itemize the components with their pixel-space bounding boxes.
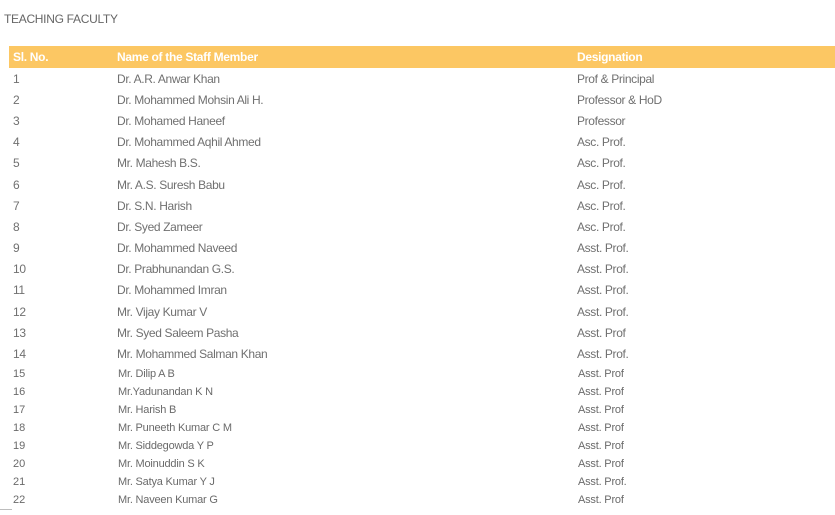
table-row: 18 Mr. Puneeth Kumar C M Asst. Prof: [9, 419, 835, 437]
table-row: 14 Mr. Mohammed Salman Khan Asst. Prof.: [9, 343, 835, 364]
row-staff-name: Dr. A.R. Anwar Khan: [117, 71, 220, 86]
table-row: 17 Mr. Harish B Asst. Prof: [9, 401, 835, 419]
row-designation: Asst. Prof.: [577, 347, 629, 362]
row-staff-name: Mr. Satya Kumar Y J: [118, 475, 215, 488]
row-designation: Professor: [577, 113, 626, 128]
row-designation: Professor & HoD: [577, 92, 662, 107]
table-row: 2 Dr. Mohammed Mohsin Ali H. Professor &…: [9, 89, 835, 110]
table-row: 4 Dr. Mohammed Aqhil Ahmed Asc. Prof.: [9, 132, 835, 153]
table-header-row: Sl. No. Name of the Staff Member Designa…: [9, 46, 835, 68]
header-sl-no: Sl. No.: [13, 50, 49, 64]
table-row: 19 Mr. Siddegowda Y P Asst. Prof: [9, 437, 835, 455]
row-sl-no: 1: [13, 71, 20, 86]
table-row: 16 Mr.Yadunandan K N Asst. Prof: [9, 383, 835, 401]
row-sl-no: 11: [13, 283, 25, 298]
row-designation: Asc. Prof.: [577, 156, 626, 171]
table-row: 22 Mr. Naveen Kumar G Asst. Prof: [9, 491, 835, 509]
row-staff-name: Mr.Yadunandan K N: [118, 385, 213, 398]
row-staff-name: Dr. Mohamed Haneef: [117, 113, 225, 128]
row-staff-name: Mr. A.S. Suresh Babu: [117, 177, 225, 192]
row-designation: Asst. Prof: [578, 385, 624, 398]
row-staff-name: Dr. Prabhunandan G.S.: [117, 262, 235, 277]
table-row: 7 Dr. S.N. Harish Asc. Prof.: [9, 195, 835, 216]
page-title: TEACHING FACULTY: [4, 12, 118, 26]
row-staff-name: Mr. Siddegowda Y P: [118, 439, 214, 452]
table-row: 3 Dr. Mohamed Haneef Professor: [9, 110, 835, 131]
faculty-table: Sl. No. Name of the Staff Member Designa…: [9, 46, 835, 509]
row-sl-no: 19: [13, 439, 26, 452]
row-designation: Asst. Prof.: [578, 475, 627, 488]
row-designation: Asc. Prof.: [577, 177, 626, 192]
row-staff-name: Dr. Mohammed Mohsin Ali H.: [117, 92, 264, 107]
row-sl-no: 18: [13, 421, 26, 434]
row-sl-no: 14: [13, 347, 26, 362]
row-staff-name: Dr. Mohammed Naveed: [117, 241, 238, 256]
row-sl-no: 8: [13, 219, 20, 234]
row-designation: Asst. Prof.: [577, 262, 629, 277]
row-designation: Asst. Prof.: [577, 241, 629, 256]
table-row: 13 Mr. Syed Saleem Pasha Asst. Prof: [9, 322, 835, 343]
row-designation: Asst. Prof: [578, 421, 624, 434]
row-designation: Asc. Prof.: [577, 198, 626, 213]
row-sl-no: 2: [13, 92, 20, 107]
row-staff-name: Dr. Mohammed Aqhil Ahmed: [117, 135, 261, 150]
row-staff-name: Mr. Dilip A B: [118, 367, 175, 380]
row-designation: Asc. Prof.: [577, 219, 626, 234]
row-staff-name: Mr. Puneeth Kumar C M: [118, 421, 232, 434]
row-sl-no: 20: [13, 457, 26, 470]
row-designation: Asst. Prof.: [577, 304, 629, 319]
table-row: 15 Mr. Dilip A B Asst. Prof: [9, 365, 835, 383]
table-row: 9 Dr. Mohammed Naveed Asst. Prof.: [9, 238, 835, 259]
row-designation: Asc. Prof.: [577, 135, 626, 150]
row-staff-name: Mr. Mohammed Salman Khan: [117, 347, 268, 362]
row-designation: Asst. Prof: [578, 493, 624, 506]
row-sl-no: 16: [13, 385, 26, 398]
row-sl-no: 21: [13, 475, 26, 488]
row-staff-name: Mr. Harish B: [118, 403, 177, 416]
header-designation: Designation: [577, 50, 643, 64]
row-staff-name: Mr. Mahesh B.S.: [117, 156, 201, 171]
row-sl-no: 9: [13, 241, 20, 256]
row-sl-no: 13: [13, 325, 26, 340]
row-sl-no: 6: [13, 177, 20, 192]
table-row: 10 Dr. Prabhunandan G.S. Asst. Prof.: [9, 259, 835, 280]
row-designation: Asst. Prof: [578, 367, 624, 380]
row-designation: Prof & Principal: [577, 71, 655, 86]
row-sl-no: 4: [13, 135, 20, 150]
row-sl-no: 5: [13, 156, 20, 171]
row-designation: Asst. Prof: [578, 457, 624, 470]
table-row: 11 Dr. Mohammed Imran Asst. Prof.: [9, 280, 835, 301]
row-staff-name: Mr. Naveen Kumar G: [118, 493, 218, 506]
row-sl-no: 3: [13, 113, 20, 128]
header-staff-name: Name of the Staff Member: [117, 50, 258, 64]
table-row: 6 Mr. A.S. Suresh Babu Asc. Prof.: [9, 174, 835, 195]
row-sl-no: 22: [13, 493, 26, 506]
row-designation: Asst. Prof: [578, 439, 624, 452]
row-sl-no: 15: [13, 367, 26, 380]
row-designation: Asst. Prof.: [577, 283, 629, 298]
row-staff-name: Dr. S.N. Harish: [117, 198, 192, 213]
divider: [0, 509, 12, 510]
row-sl-no: 7: [13, 198, 20, 213]
row-designation: Asst. Prof: [578, 403, 624, 416]
row-staff-name: Dr. Mohammed Imran: [117, 283, 227, 298]
row-staff-name: Mr. Vijay Kumar V: [117, 304, 207, 319]
row-staff-name: Dr. Syed Zameer: [117, 219, 203, 234]
table-row: 1 Dr. A.R. Anwar Khan Prof & Principal: [9, 68, 835, 89]
table-row: 21 Mr. Satya Kumar Y J Asst. Prof.: [9, 473, 835, 491]
row-sl-no: 17: [13, 403, 26, 416]
table-row: 8 Dr. Syed Zameer Asc. Prof.: [9, 216, 835, 237]
row-sl-no: 10: [13, 262, 26, 277]
table-row: 5 Mr. Mahesh B.S. Asc. Prof.: [9, 153, 835, 174]
row-sl-no: 12: [13, 304, 26, 319]
row-staff-name: Mr. Syed Saleem Pasha: [117, 325, 239, 340]
row-staff-name: Mr. Moinuddin S K: [118, 457, 205, 470]
row-designation: Asst. Prof: [577, 325, 626, 340]
table-row: 20 Mr. Moinuddin S K Asst. Prof: [9, 455, 835, 473]
table-row: 12 Mr. Vijay Kumar V Asst. Prof.: [9, 301, 835, 322]
